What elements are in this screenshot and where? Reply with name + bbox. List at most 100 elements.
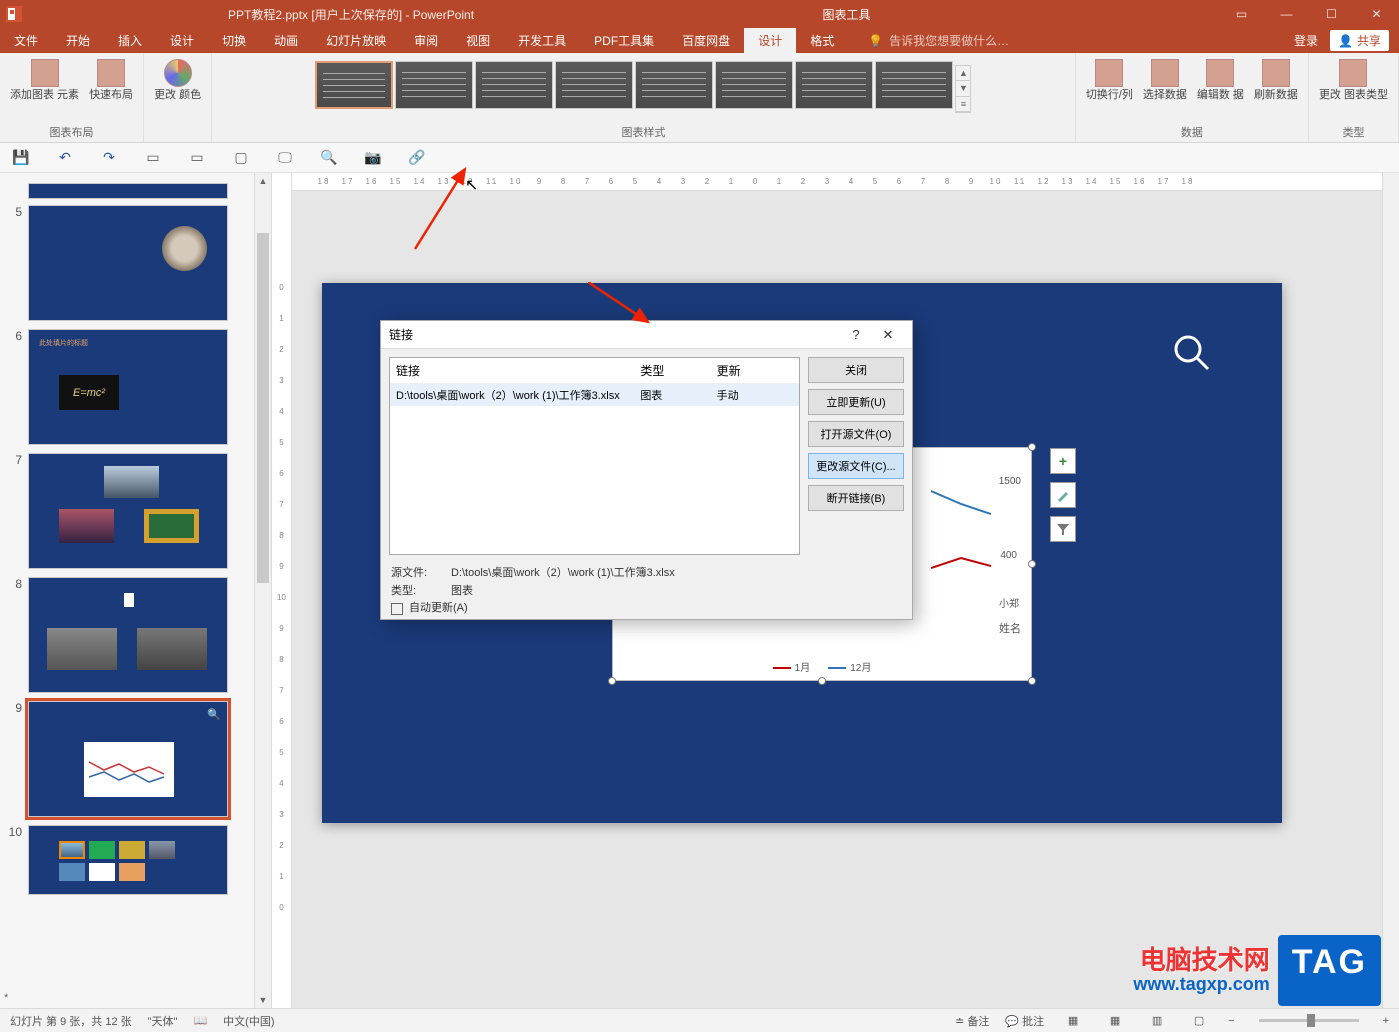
slide-thumbnails-panel[interactable]: 5 6 此处填片的标题 E=mc² 7 8 <box>0 173 255 1008</box>
auto-update-label: 自动更新(A) <box>409 600 468 618</box>
dialog-help-button[interactable]: ? <box>840 324 872 346</box>
reading-view-button[interactable]: ▥ <box>1144 1012 1170 1030</box>
group-label-type: 类型 <box>1342 122 1364 142</box>
login-link[interactable]: 登录 <box>1294 32 1318 49</box>
tab-chart-format[interactable]: 格式 <box>796 28 848 53</box>
tab-view[interactable]: 视图 <box>452 28 504 53</box>
slide-thumb-7[interactable] <box>28 453 228 569</box>
thumbnail-scrollbar[interactable]: ▲ ▼ <box>255 173 272 1008</box>
tab-transitions[interactable]: 切换 <box>208 28 260 53</box>
quick-layout-button[interactable]: 快速布局 <box>85 57 137 104</box>
tab-insert[interactable]: 插入 <box>104 28 156 53</box>
slide-thumb-8[interactable] <box>28 577 228 693</box>
chart-style-3[interactable] <box>475 61 553 109</box>
links-dialog: 链接 ? ✕ 链接 类型 更新 D:\tools\桌面\work（2）\work… <box>380 320 913 620</box>
dialog-close-button[interactable]: ✕ <box>872 324 904 346</box>
chart-style-5[interactable] <box>635 61 713 109</box>
gallery-expand[interactable]: ≡ <box>956 97 970 112</box>
chart-style-2[interactable] <box>395 61 473 109</box>
dialog-change-source-button[interactable]: 更改源文件(C)... <box>808 453 904 479</box>
zoom-out-button[interactable]: − <box>1228 1015 1234 1027</box>
dialog-open-source-button[interactable]: 打开源文件(O) <box>808 421 904 447</box>
tab-developer[interactable]: 开发工具 <box>504 28 580 53</box>
change-colors-button[interactable]: 更改 颜色 <box>150 57 205 104</box>
tab-pdf[interactable]: PDF工具集 <box>580 28 668 53</box>
gallery-scroll-down[interactable]: ▼ <box>956 81 970 96</box>
zoom-slider[interactable] <box>1259 1019 1359 1022</box>
minimize-button[interactable]: — <box>1264 0 1309 28</box>
tab-file[interactable]: 文件 <box>0 28 52 53</box>
qat-zoom-icon[interactable]: 🔍 <box>320 149 338 167</box>
slideshow-view-button[interactable]: ▢ <box>1186 1012 1212 1030</box>
chart-style-1[interactable] <box>315 61 393 109</box>
watermark-tag: TAG <box>1278 935 1381 1006</box>
links-list-row[interactable]: D:\tools\桌面\work（2）\work (1)\工作簿3.xlsx 图… <box>390 384 799 406</box>
dialog-close-action-button[interactable]: 关闭 <box>808 357 904 383</box>
contextual-tool-label: 图表工具 <box>793 6 901 23</box>
select-data-button[interactable]: 选择数据 <box>1139 57 1191 104</box>
zoom-in-button[interactable]: + <box>1383 1015 1389 1027</box>
share-label: 共享 <box>1357 32 1381 49</box>
qat-icon-5[interactable]: ▭ <box>188 149 206 167</box>
chart-style-6[interactable] <box>715 61 793 109</box>
editor-scrollbar[interactable] <box>1382 173 1399 1008</box>
tab-chart-design[interactable]: 设计 <box>744 28 796 53</box>
comments-button[interactable]: 💬 批注 <box>1005 1013 1044 1029</box>
share-button[interactable]: 👤 共享 <box>1330 30 1389 51</box>
slide-note-marker: * <box>4 992 8 1004</box>
tab-design[interactable]: 设计 <box>156 28 208 53</box>
refresh-data-button[interactable]: 刷新数据 <box>1250 57 1302 104</box>
spellcheck-icon[interactable]: 📖 <box>193 1014 207 1027</box>
thumb-row-6: 6 此处填片的标题 E=mc² <box>8 329 254 445</box>
qat-present-icon[interactable]: ▢ <box>232 149 250 167</box>
dialog-title-text: 链接 <box>389 326 840 343</box>
save-icon[interactable]: 💾 <box>12 149 30 167</box>
slide-thumb-9[interactable]: 🔍 <box>28 701 228 817</box>
auto-update-checkbox[interactable]: 自动更新(A) <box>391 600 902 618</box>
change-colors-label: 更改 颜色 <box>154 89 201 102</box>
ribbon-options-icon[interactable]: ▭ <box>1219 0 1264 28</box>
add-chart-element-button[interactable]: 添加图表 元素 <box>6 57 83 104</box>
qat-links-icon[interactable]: 🔗 <box>408 149 426 167</box>
sorter-view-button[interactable]: ▦ <box>1102 1012 1128 1030</box>
slide-thumb-10[interactable] <box>28 825 228 895</box>
slide-thumb-6[interactable]: 此处填片的标题 E=mc² <box>28 329 228 445</box>
links-list[interactable]: 链接 类型 更新 D:\tools\桌面\work（2）\work (1)\工作… <box>389 357 800 555</box>
tab-animations[interactable]: 动画 <box>260 28 312 53</box>
dialog-titlebar[interactable]: 链接 ? ✕ <box>381 321 912 349</box>
chart-styles-button[interactable] <box>1050 482 1076 508</box>
dialog-info: 源文件:D:\tools\桌面\work（2）\work (1)\工作簿3.xl… <box>381 563 912 626</box>
chart-axis-label: 姓名 <box>999 620 1021 636</box>
dialog-break-link-button[interactable]: 断开链接(B) <box>808 485 904 511</box>
redo-icon[interactable]: ↷ <box>100 149 118 167</box>
tab-review[interactable]: 审阅 <box>400 28 452 53</box>
app-icon <box>0 0 28 28</box>
switch-row-col-button[interactable]: 切换行/列 <box>1082 57 1137 104</box>
qat-camera-icon[interactable]: 📷 <box>364 149 382 167</box>
dialog-update-now-button[interactable]: 立即更新(U) <box>808 389 904 415</box>
language-indicator[interactable]: 中文(中国) <box>223 1013 274 1029</box>
slide-thumb-5[interactable] <box>28 205 228 321</box>
qat-icon-4[interactable]: ▭ <box>144 149 162 167</box>
qat-screen-icon[interactable]: 🖵 <box>276 149 294 167</box>
undo-icon[interactable]: ↶ <box>56 149 74 167</box>
maximize-button[interactable]: ☐ <box>1309 0 1354 28</box>
chart-style-4[interactable] <box>555 61 633 109</box>
normal-view-button[interactable]: ▦ <box>1060 1012 1086 1030</box>
chart-elements-button[interactable]: + <box>1050 448 1076 474</box>
thumb-number: 7 <box>8 453 22 569</box>
thumb-row-8: 8 <box>8 577 254 693</box>
chart-style-7[interactable] <box>795 61 873 109</box>
tell-me-search[interactable]: 💡 告诉我您想要做什么… <box>848 28 1284 53</box>
close-button[interactable]: ✕ <box>1354 0 1399 28</box>
gallery-scroll-up[interactable]: ▲ <box>956 66 970 81</box>
change-chart-type-button[interactable]: 更改 图表类型 <box>1315 57 1392 104</box>
chart-filters-button[interactable] <box>1050 516 1076 542</box>
tab-home[interactable]: 开始 <box>52 28 104 53</box>
notes-button[interactable]: ≐ 备注 <box>955 1013 989 1029</box>
edit-data-button[interactable]: 编辑数 据 <box>1193 57 1248 104</box>
tab-baidu[interactable]: 百度网盘 <box>668 28 744 53</box>
chart-style-8[interactable] <box>875 61 953 109</box>
tab-slideshow[interactable]: 幻灯片放映 <box>312 28 400 53</box>
chart-data-label: 400 <box>1000 550 1017 561</box>
